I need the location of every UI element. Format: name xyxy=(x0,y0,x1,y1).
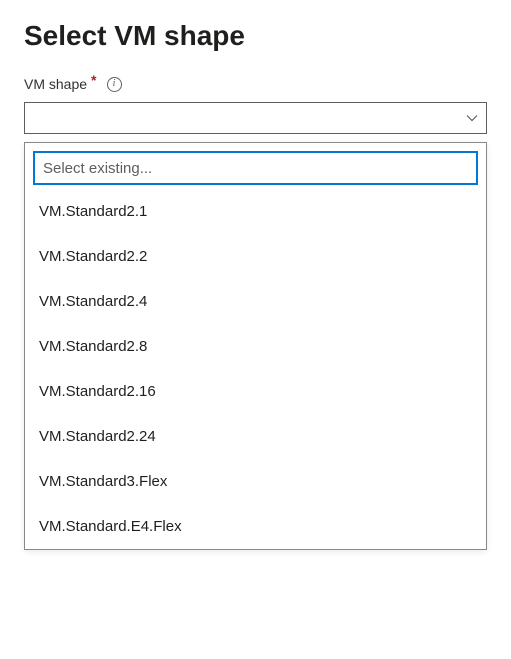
chevron-down-icon xyxy=(466,112,478,124)
options-list: VM.Standard2.1 VM.Standard2.2 VM.Standar… xyxy=(33,189,478,549)
info-icon[interactable]: i xyxy=(107,77,122,92)
list-item[interactable]: VM.Standard2.1 xyxy=(33,189,478,234)
field-label: VM shape xyxy=(24,76,87,92)
list-item[interactable]: VM.Standard2.16 xyxy=(33,369,478,414)
list-item[interactable]: VM.Standard2.4 xyxy=(33,279,478,324)
page-title: Select VM shape xyxy=(24,20,487,52)
dropdown-panel: VM.Standard2.1 VM.Standard2.2 VM.Standar… xyxy=(24,142,487,550)
list-item[interactable]: VM.Standard2.2 xyxy=(33,234,478,279)
search-input[interactable] xyxy=(33,151,478,185)
list-item[interactable]: VM.Standard3.Flex xyxy=(33,459,478,504)
list-item[interactable]: VM.Standard2.8 xyxy=(33,324,478,369)
list-item[interactable]: VM.Standard.E4.Flex xyxy=(33,504,478,549)
required-asterisk: * xyxy=(91,72,96,88)
field-label-row: VM shape * i xyxy=(24,76,487,92)
vm-shape-dropdown[interactable] xyxy=(24,102,487,134)
list-item[interactable]: VM.Standard2.24 xyxy=(33,414,478,459)
